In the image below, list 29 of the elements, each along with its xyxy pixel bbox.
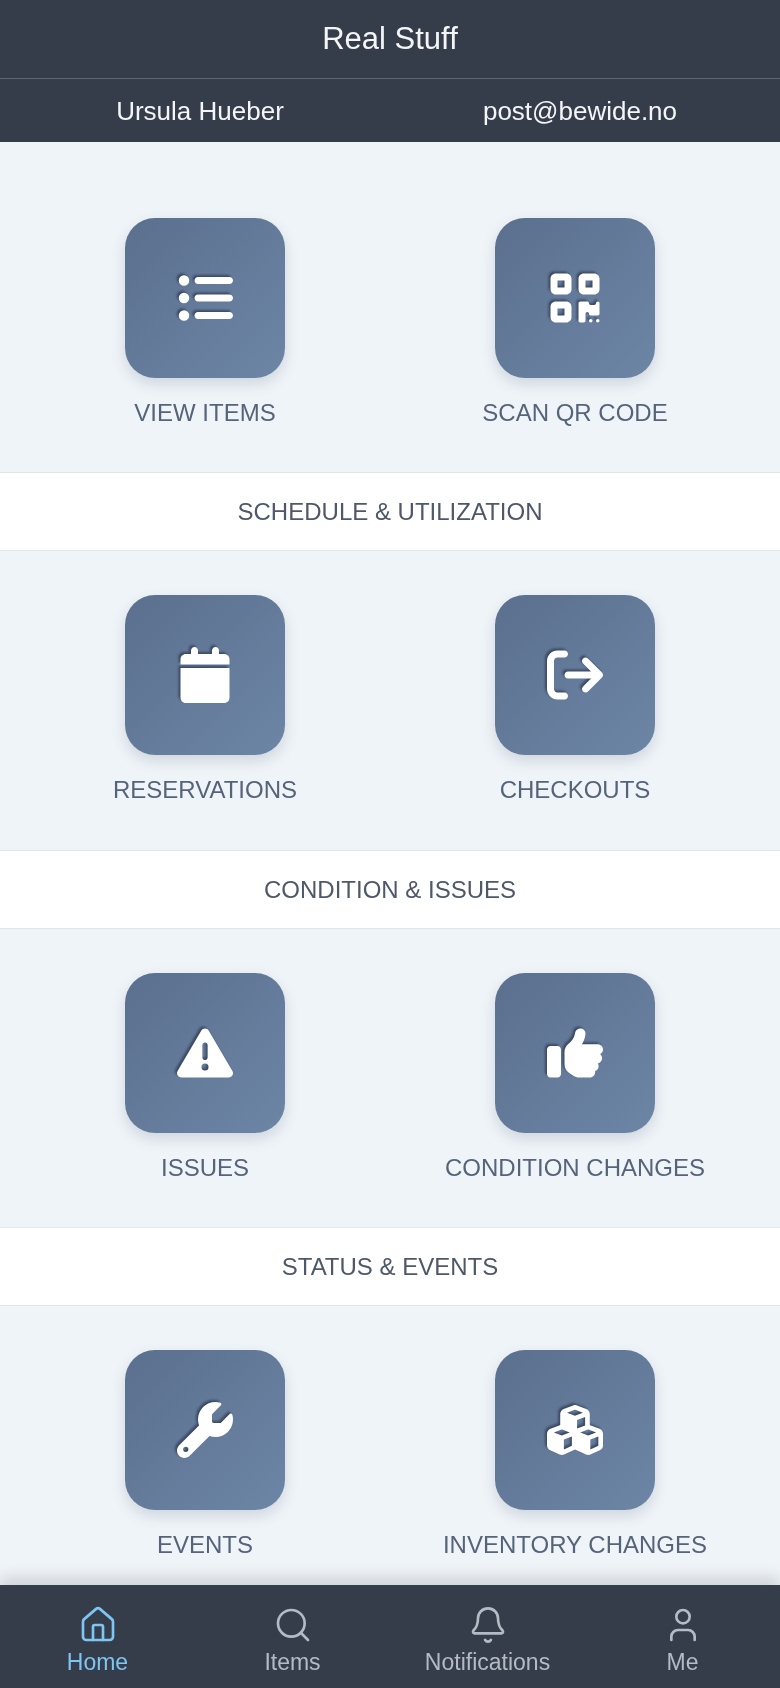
tile-label: CHECKOUTS bbox=[499, 776, 651, 804]
menu-tile[interactable] bbox=[125, 218, 285, 378]
tab-button[interactable]: Notifications bbox=[390, 1585, 585, 1688]
thumbs-up-icon bbox=[547, 1025, 603, 1081]
section-title: CONDITION & ISSUES bbox=[263, 875, 516, 904]
menu-tile[interactable] bbox=[495, 218, 655, 378]
tab-button[interactable]: Me bbox=[585, 1585, 780, 1688]
menu-tile[interactable] bbox=[125, 973, 285, 1133]
tile-label: SCAN QR CODE bbox=[482, 399, 668, 427]
user-name: Ursula Hueber bbox=[115, 95, 285, 126]
section-title: STATUS & EVENTS bbox=[281, 1252, 499, 1281]
menu-tile[interactable] bbox=[495, 1350, 655, 1510]
tile-label: RESERVATIONS bbox=[112, 776, 297, 804]
menu-tile[interactable] bbox=[125, 595, 285, 755]
tile-label: VIEW ITEMS bbox=[134, 399, 276, 427]
tab-button[interactable]: Items bbox=[195, 1585, 390, 1688]
tile-label: INVENTORY CHANGES bbox=[442, 1531, 708, 1559]
tab-button[interactable]: Home bbox=[0, 1585, 195, 1688]
app-title: Real Stuff bbox=[322, 21, 458, 57]
tile-label: ISSUES bbox=[161, 1154, 249, 1182]
section-title: SCHEDULE & UTILIZATION bbox=[237, 497, 543, 526]
user-email: post@bewide.no bbox=[481, 95, 679, 126]
tile-label: EVENTS bbox=[157, 1531, 253, 1559]
tile-label: CONDITION CHANGES bbox=[445, 1154, 705, 1182]
cubes-icon bbox=[547, 1402, 603, 1458]
menu-tile[interactable] bbox=[125, 1350, 285, 1510]
menu-tile[interactable] bbox=[495, 973, 655, 1133]
wrench-icon bbox=[177, 1402, 233, 1458]
menu-tile[interactable] bbox=[495, 595, 655, 755]
